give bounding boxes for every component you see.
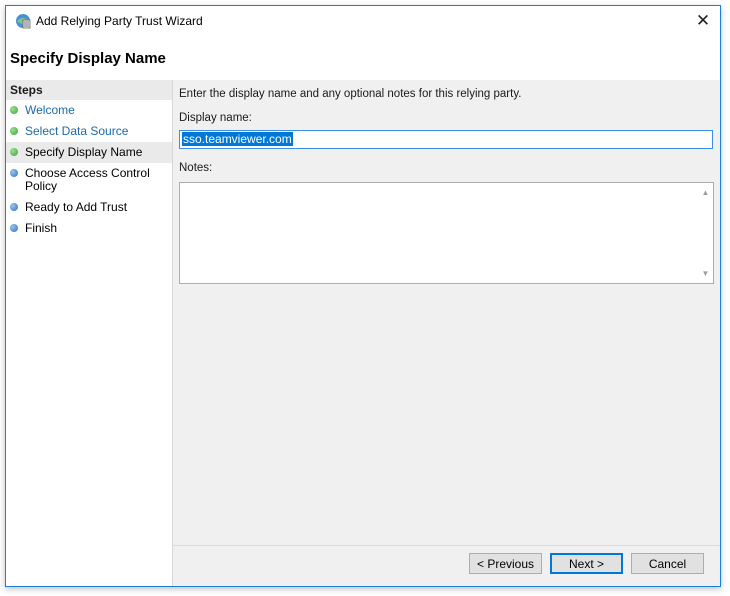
step-finish: Finish bbox=[6, 218, 172, 239]
steps-panel: Steps Welcome Select Data Source Specify… bbox=[6, 80, 173, 586]
scroll-up-arrow-icon[interactable]: ▲ bbox=[698, 185, 713, 200]
wizard-window: Add Relying Party Trust Wizard ✕ Specify… bbox=[5, 5, 721, 587]
notes-textarea[interactable]: ▲ ▼ bbox=[179, 182, 714, 284]
previous-button[interactable]: < Previous bbox=[469, 553, 542, 574]
step-label: Finish bbox=[25, 221, 58, 235]
step-completed-icon bbox=[10, 127, 18, 135]
step-choose-access-control-policy: Choose Access Control Policy bbox=[6, 163, 172, 197]
button-bar: < Previous Next > Cancel bbox=[173, 545, 720, 586]
title-bar: Add Relying Party Trust Wizard ✕ bbox=[6, 6, 720, 36]
step-pending-icon bbox=[10, 169, 18, 177]
display-name-value: sso.teamviewer.com bbox=[182, 132, 293, 146]
step-ready-to-add-trust: Ready to Add Trust bbox=[6, 197, 172, 218]
step-pending-icon bbox=[10, 224, 18, 232]
close-button[interactable]: ✕ bbox=[686, 6, 720, 36]
next-button[interactable]: Next > bbox=[550, 553, 623, 574]
step-label: Specify Display Name bbox=[25, 145, 143, 159]
step-select-data-source[interactable]: Select Data Source bbox=[6, 121, 172, 142]
window-title: Add Relying Party Trust Wizard bbox=[36, 14, 203, 28]
step-completed-icon bbox=[10, 106, 18, 114]
scroll-down-arrow-icon[interactable]: ▼ bbox=[698, 266, 713, 281]
step-label: Welcome bbox=[25, 103, 75, 117]
step-pending-icon bbox=[10, 203, 18, 211]
adfs-app-icon bbox=[14, 12, 32, 30]
step-label: Select Data Source bbox=[25, 124, 129, 138]
steps-header: Steps bbox=[6, 80, 172, 100]
close-icon: ✕ bbox=[695, 11, 711, 30]
display-name-input[interactable]: sso.teamviewer.com bbox=[179, 130, 713, 149]
notes-label: Notes: bbox=[179, 162, 213, 174]
instructions-text: Enter the display name and any optional … bbox=[179, 88, 522, 100]
step-specify-display-name: Specify Display Name bbox=[6, 142, 172, 163]
step-label: Choose Access Control Policy bbox=[25, 166, 150, 193]
notes-scrollbar[interactable]: ▲ ▼ bbox=[698, 183, 713, 283]
content-panel: Enter the display name and any optional … bbox=[173, 80, 720, 586]
wizard-header: Specify Display Name bbox=[6, 36, 720, 81]
display-name-label: Display name: bbox=[179, 112, 252, 124]
step-welcome[interactable]: Welcome bbox=[6, 100, 172, 121]
step-label: Ready to Add Trust bbox=[25, 200, 128, 214]
cancel-button[interactable]: Cancel bbox=[631, 553, 704, 574]
step-current-icon bbox=[10, 148, 18, 156]
page-title: Specify Display Name bbox=[10, 50, 166, 67]
